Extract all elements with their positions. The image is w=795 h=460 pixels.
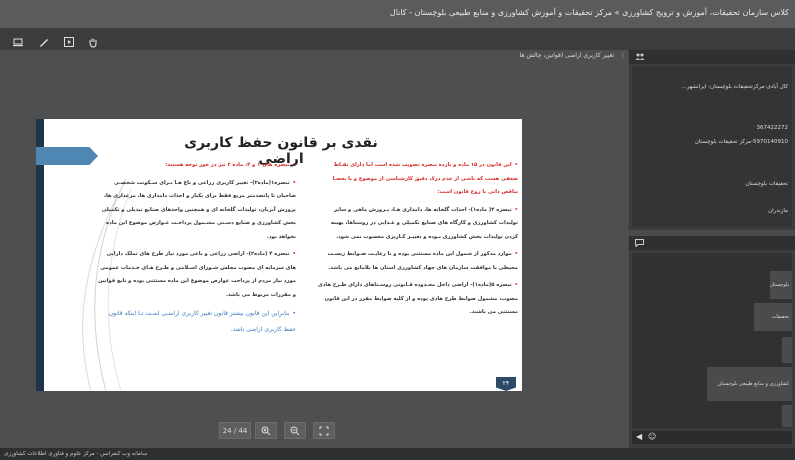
zoom-out-button[interactable] [284, 422, 306, 439]
more-icon[interactable]: ⋮ [620, 52, 626, 59]
attendees-list[interactable]: کال آبادی-مرکزتحقیقات بلوچستان- ایرانشهر… [632, 67, 792, 227]
emoji-icon[interactable]: ☺ [648, 432, 656, 441]
bullet-conclusion: •بنابراین این قانون بیشتر قانون تغییر کا… [108, 310, 296, 333]
attendees-header [629, 50, 795, 64]
bullet-note4: •تبصره ۴( ماده۱)- احداث گلخانه ها، دامدا… [330, 206, 518, 240]
chat-message-stub [782, 405, 792, 427]
toolbar [0, 28, 795, 50]
status-bar: سامانه وب کنفرانس - مرکز علوم و فناوری ا… [0, 448, 795, 460]
zoom-in-button[interactable] [255, 422, 277, 439]
attendees-panel: کال آبادی-مرکزتحقیقات بلوچستان- ایرانشهر… [629, 50, 795, 230]
chat-message: کشاورزی و منابع طبیعی بلوچستان [707, 367, 792, 401]
bullet-note4-art2: •تبصره ۴ (ماده۲)- اراضی زراعی و باغی مور… [98, 251, 296, 298]
attendee-item: مازندران [768, 208, 788, 214]
page-counter: 24 / 44 [219, 422, 251, 439]
bullet-note1: •تبصره۱(ماده۲)- تغییر کاربری زراعی و باغ… [101, 179, 296, 240]
slide-page-badge: ۲۴ [496, 377, 516, 391]
send-icon[interactable]: ◀ [636, 432, 642, 441]
window-title: کلاس سازمان تحقیقات، آموزش و ترویج کشاور… [389, 8, 789, 17]
chat-input[interactable]: ◀ ☺ [632, 431, 792, 444]
status-text: سامانه وب کنفرانس - مرکز علوم و فناوری ا… [4, 451, 148, 457]
chat-panel: بلوچستان تحقیقات بلوچستان کشاورزی و مناب… [629, 236, 795, 448]
zoom-out-icon [290, 426, 300, 436]
presentation-header: ⋮ تغییر کاربری اراضی (قوانین، چالش ها [500, 52, 626, 64]
bullet-note5: •تبصره ۵(ماده۱)- اراضی داخل محـدوده قـان… [318, 282, 518, 315]
chat-message: تحقیقات بلوچستان [754, 303, 792, 331]
attendee-item: 5970140910-مرکز تحقیقات بلوچستان [694, 139, 788, 145]
chat-message: بلوچستان [770, 271, 792, 299]
hand-icon[interactable] [87, 33, 99, 48]
laptop-icon[interactable] [12, 33, 24, 47]
zoom-in-icon [261, 426, 271, 436]
chat-icon [635, 239, 644, 247]
bullet-intro: •این قانون در ۱۵ ماده و یازده تبصره تصوی… [332, 162, 518, 195]
attendee-item: 367422272 [756, 125, 789, 131]
pen-icon[interactable] [38, 33, 50, 47]
attendee-item: تحقیقات بلوچستان [745, 181, 788, 187]
presentation-title: تغییر کاربری اراضی (قوانین، چالش ها [519, 52, 615, 59]
fullscreen-icon [319, 426, 329, 436]
slide: نقدی بر قانون حفظ کاربری اراضی •این قانو… [36, 119, 522, 391]
slide-arrow-decoration [36, 147, 98, 165]
chat-header [629, 236, 795, 250]
attendee-item: کال آبادی-مرکزتحقیقات بلوچستان- ایرانشهر… [681, 84, 788, 90]
users-icon [635, 53, 645, 60]
fullscreen-button[interactable] [313, 422, 335, 439]
title-bar: کلاس سازمان تحقیقات، آموزش و ترویج کشاور… [0, 0, 795, 28]
bullet-notes-heading: •تبصره های ۱ و ۴، ماده ۲ نیز در خور توجه… [165, 162, 296, 168]
chat-message-stub [782, 337, 792, 363]
cursor-box-icon[interactable] [63, 33, 75, 47]
chat-messages[interactable]: بلوچستان تحقیقات بلوچستان کشاورزی و مناب… [632, 253, 792, 428]
slide-right-column: •این قانون در ۱۵ ماده و یازده تبصره تصوی… [318, 159, 518, 324]
slide-left-column: •تبصره های ۱ و ۴، ماده ۲ نیز در خور توجه… [96, 159, 296, 342]
bullet-exempt: •موارد مذکور از شمول این ماده مستثنی بود… [327, 251, 518, 271]
